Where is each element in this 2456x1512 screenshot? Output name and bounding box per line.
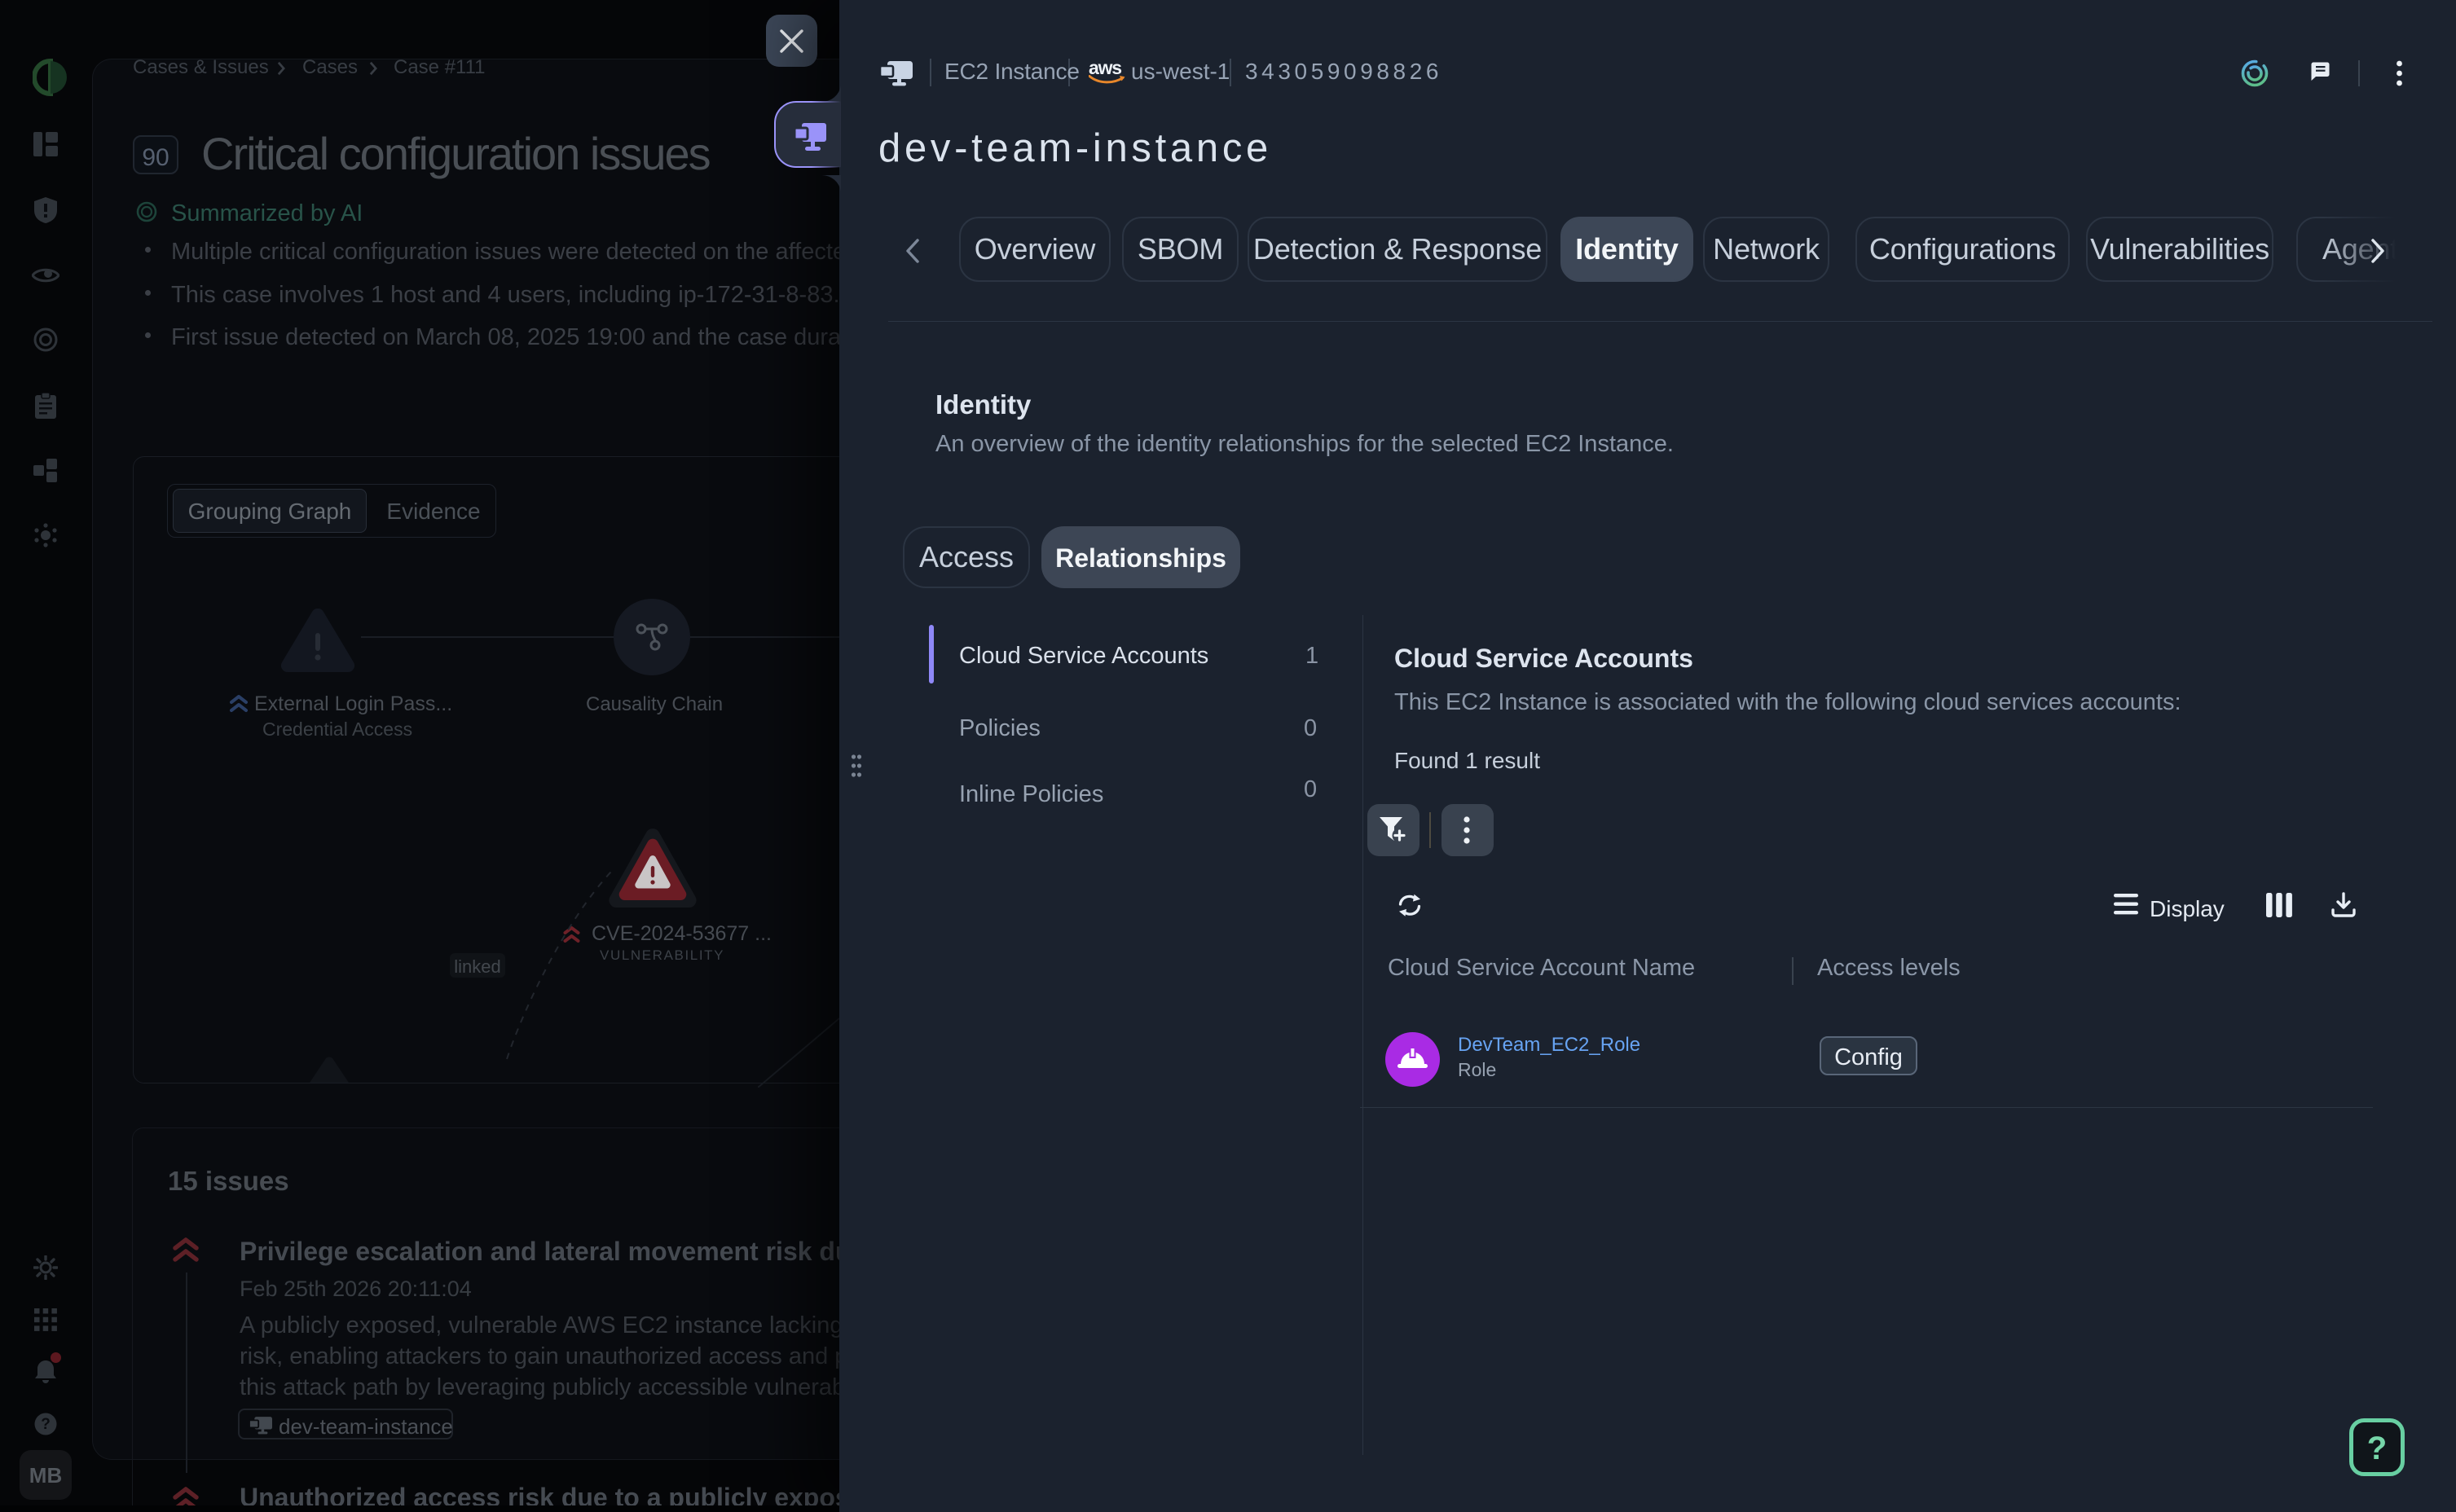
svg-text:?: ? [41, 1416, 51, 1433]
